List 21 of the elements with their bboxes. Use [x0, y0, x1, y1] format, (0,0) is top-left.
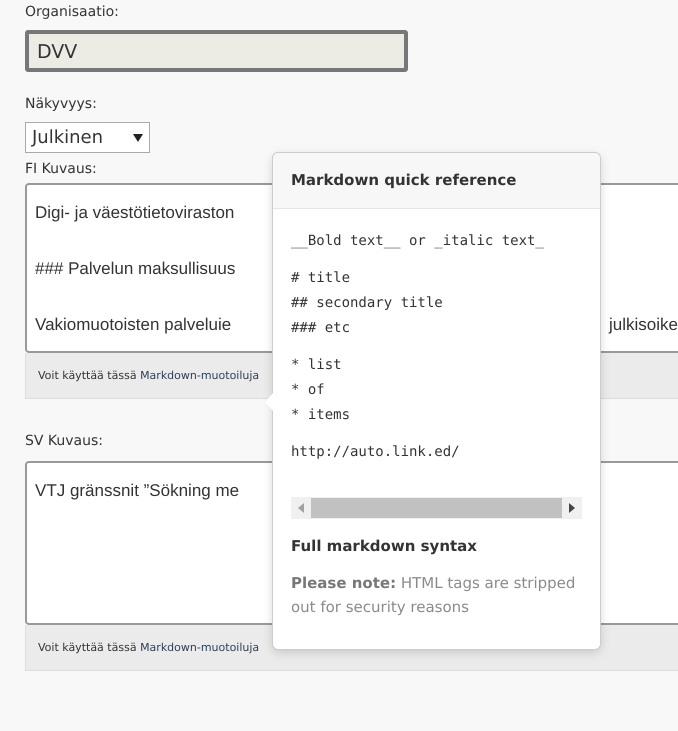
field-label: Näkyvyys:: [25, 96, 98, 112]
code-line: http://auto.link.ed/: [291, 443, 461, 462]
code-line: ### etc: [291, 319, 352, 338]
text-line: Vakiomuotoisten palveluie: [35, 314, 232, 336]
code-line: * list: [291, 356, 343, 375]
code-line: * items: [291, 406, 352, 425]
markdown-hint: Voit käyttää tässä Markdown-muotoiluja: [38, 369, 260, 382]
text-line: julkisoike: [609, 314, 678, 336]
field-label: FI Kuvaus:: [25, 161, 98, 177]
text-line: VTJ gränssnit ”Sökning me: [35, 480, 240, 502]
markdown-hint: Voit käyttää tässä Markdown-muotoiluja: [38, 641, 260, 654]
text-line: ### Palvelun maksullisuus: [35, 258, 236, 280]
code-line: ## secondary title: [291, 294, 444, 313]
popover-title: Markdown quick reference: [273, 153, 600, 209]
code-line: __Bold text__ or _italic text_: [291, 232, 545, 251]
text-line: Digi- ja väestötietoviraston: [35, 202, 234, 224]
field-label: SV Kuvaus:: [25, 433, 104, 449]
security-note: Please note: HTML tags are stripped out for security reasons: [291, 573, 576, 618]
field-label: Organisaatio:: [25, 4, 120, 20]
code-line: # title: [291, 269, 352, 288]
code-line: * of: [291, 381, 326, 400]
